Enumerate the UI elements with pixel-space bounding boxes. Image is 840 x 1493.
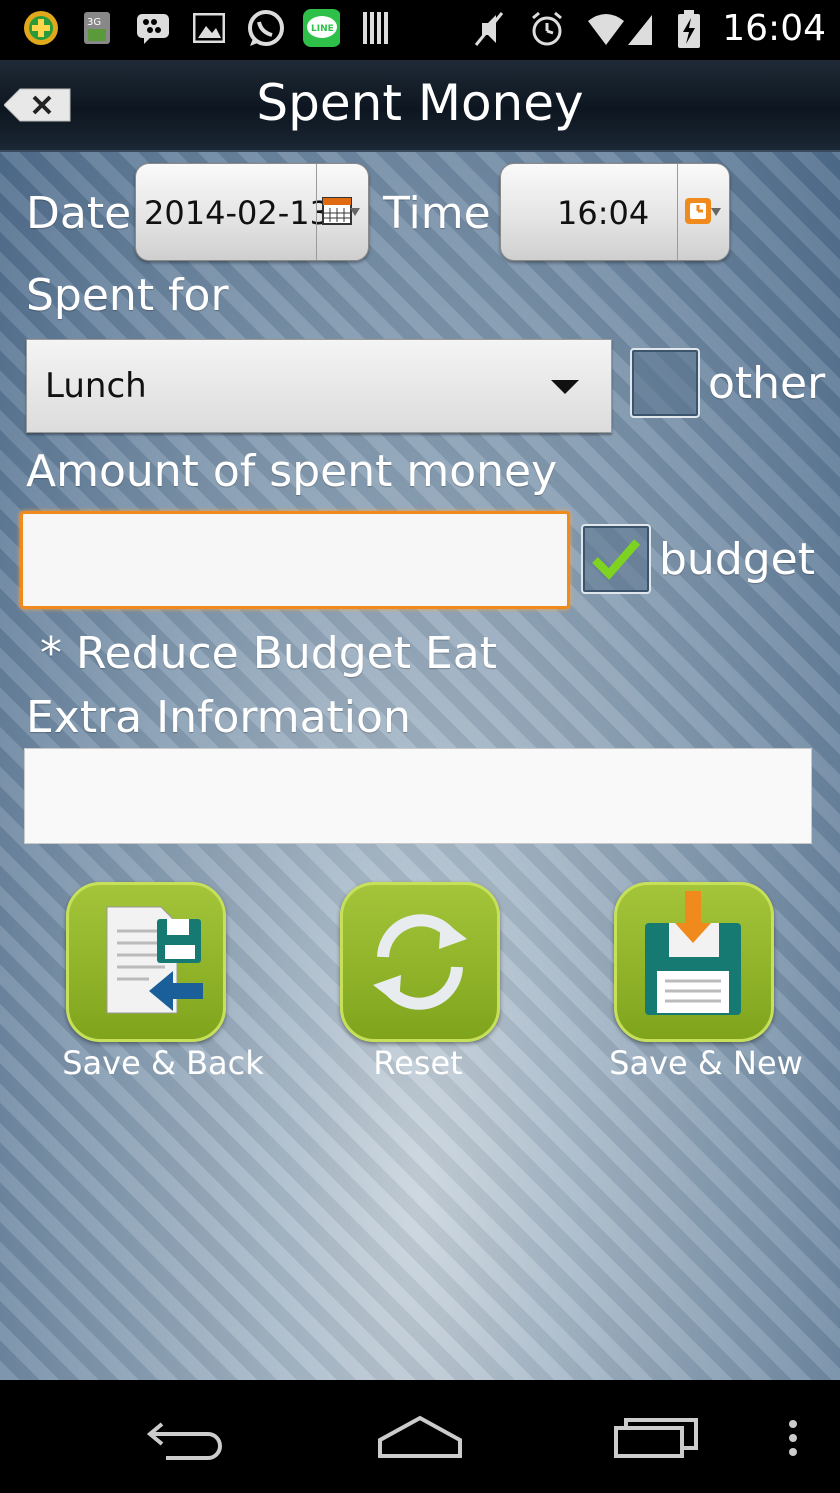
svg-text:LINE: LINE <box>311 24 334 34</box>
budget-checkbox[interactable] <box>581 524 651 594</box>
clock: 16:04 <box>722 8 826 49</box>
budget-note: * Reduce Budget Eat <box>26 628 497 679</box>
amount-input[interactable] <box>20 511 570 609</box>
other-label: other <box>708 358 826 409</box>
time-picker[interactable]: 16:04 <box>500 163 730 261</box>
checkmark-icon <box>592 539 641 580</box>
budget-label: budget <box>659 534 815 585</box>
plus-app-icon <box>22 8 60 48</box>
mute-icon <box>470 9 508 49</box>
save-new-label: Save & New <box>609 1044 803 1082</box>
barcode-icon <box>358 8 396 48</box>
overflow-menu-icon[interactable] <box>786 1418 800 1462</box>
picker-divider <box>316 164 317 260</box>
save-new-icon <box>645 891 741 1015</box>
refresh-icon <box>373 914 467 1010</box>
whatsapp-icon <box>246 8 284 48</box>
save-back-button[interactable] <box>66 882 226 1042</box>
line-icon: LINE <box>302 8 340 48</box>
date-picker[interactable]: 2014-02-13 <box>135 163 369 261</box>
3g-sim-icon: 3G <box>78 8 116 48</box>
notification-icons: 3G LINE <box>22 8 396 48</box>
back-nav-icon[interactable] <box>146 1416 228 1460</box>
system-icons: 16:04 <box>470 8 826 49</box>
save-back-label: Save & Back <box>62 1044 264 1082</box>
chevron-down-icon <box>551 380 579 394</box>
navigation-bar <box>0 1380 840 1493</box>
date-value: 2014-02-13 <box>144 194 330 232</box>
amount-label: Amount of spent money <box>26 446 558 497</box>
recent-apps-nav-icon[interactable] <box>612 1414 700 1460</box>
spent-for-dropdown[interactable]: Lunch <box>26 339 612 433</box>
title-bar: Spent Money <box>0 60 840 152</box>
save-back-icon <box>106 906 203 1014</box>
reset-button[interactable] <box>340 882 500 1042</box>
gallery-icon <box>190 8 228 48</box>
extra-info-label: Extra Information <box>26 692 411 743</box>
spent-for-value: Lunch <box>45 366 147 406</box>
clock-icon <box>685 198 721 224</box>
time-value: 16:04 <box>557 194 650 232</box>
calendar-icon <box>322 197 360 225</box>
status-bar: 3G LINE 16:04 <box>0 0 840 60</box>
other-checkbox[interactable] <box>630 348 700 418</box>
alarm-icon <box>528 9 566 49</box>
wifi-signal-icon <box>586 9 656 49</box>
picker-divider <box>677 164 678 260</box>
battery-charging-icon <box>676 9 702 49</box>
bbm-icon <box>134 8 172 48</box>
extra-info-input[interactable] <box>24 748 812 844</box>
svg-text:3G: 3G <box>87 17 101 28</box>
time-label: Time <box>383 188 491 239</box>
spent-for-label: Spent for <box>26 270 229 321</box>
spent-money-form: Date 2014-02-13 Time 16:04 Spent for Lun… <box>0 152 840 1380</box>
date-label: Date <box>26 188 132 239</box>
home-nav-icon[interactable] <box>376 1414 464 1460</box>
save-new-button[interactable] <box>614 882 774 1042</box>
page-title: Spent Money <box>256 74 584 132</box>
reset-label: Reset <box>373 1044 463 1082</box>
